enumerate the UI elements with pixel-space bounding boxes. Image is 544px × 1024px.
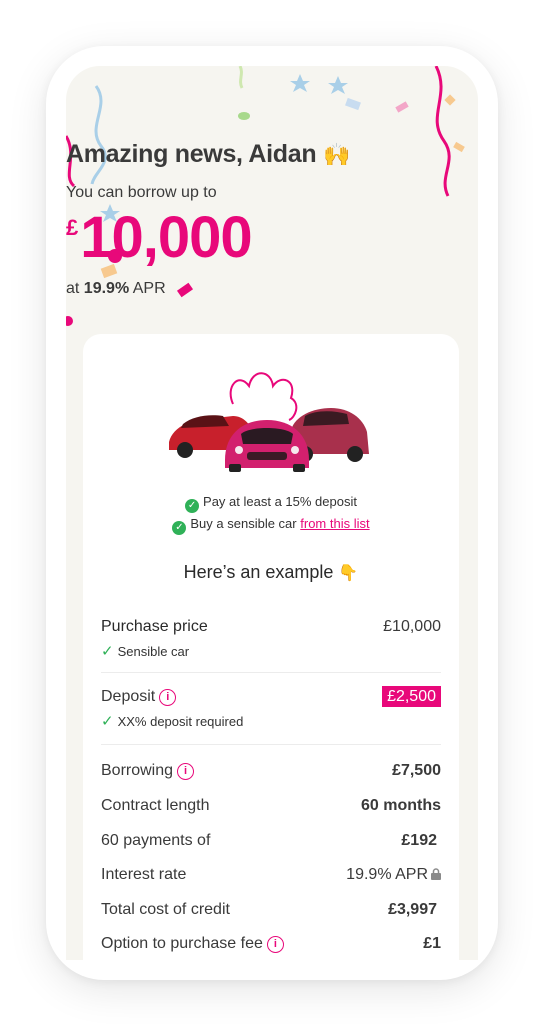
car-condition-text: Buy a sensible car <box>190 516 297 531</box>
deposit-note-text: XX% deposit required <box>117 714 244 729</box>
sensible-car-note-text: Sensible car <box>117 644 190 659</box>
car-condition: ✓ Buy a sensible car from this list <box>83 516 459 535</box>
screen: Amazing news, Aidan 🙌 You can borrow up … <box>66 66 478 960</box>
info-icon[interactable]: i <box>159 689 177 706</box>
sensible-car-note: ✓ Sensible car <box>101 642 189 660</box>
cars-illustration <box>169 372 369 472</box>
divider <box>101 672 441 673</box>
example-title-text: Here’s an example <box>183 562 334 582</box>
deposit-row: Deposit i £2,500 ✓ XX% deposit required <box>101 686 441 732</box>
pointing-down-icon: 👇 <box>338 565 359 582</box>
borrow-subline: You can borrow up to <box>66 184 217 201</box>
example-card: ✓ Pay at least a 15% deposit ✓ Buy a sensi… <box>83 334 459 960</box>
deposit-value-badge: £2,500 <box>382 686 441 707</box>
total-cost-label: Total cost of credit <box>101 901 230 918</box>
deposit-condition-text: Pay at least a 15% deposit <box>203 494 357 509</box>
payments-label: 60 payments of <box>101 832 211 849</box>
contract-length-label: Contract length <box>101 797 210 814</box>
currency-symbol: £ <box>66 215 79 240</box>
amount-value: 10,000 <box>80 205 252 270</box>
purchase-price-value: £10,000 <box>383 618 441 635</box>
purchase-price-row: Purchase price £10,000 ✓ Sensible car <box>101 618 441 662</box>
apr-suffix: APR <box>132 280 166 297</box>
borrowing-label: Borrowing i <box>101 762 195 780</box>
info-icon[interactable]: i <box>177 763 195 780</box>
purchase-fee-label: Option to purchase fee i <box>101 935 284 953</box>
purchase-price-label: Purchase price <box>101 618 208 635</box>
borrowing-value: £7,500 <box>392 762 441 779</box>
contract-length-value: 60 months <box>360 797 441 814</box>
divider <box>101 744 441 745</box>
purchase-fee-label-text: Option to purchase fee <box>101 935 263 952</box>
deposit-label-text: Deposit <box>101 688 156 705</box>
deposit-label: Deposit i <box>101 688 177 706</box>
check-icon: ✓ <box>101 713 114 730</box>
borrow-amount: £10,000 <box>66 204 478 271</box>
payments-value: £192 <box>401 832 437 849</box>
deposit-condition: ✓ Pay at least a 15% deposit <box>83 494 459 513</box>
purchase-fee-value: £1 <box>423 935 441 952</box>
interest-rate-label: Interest rate <box>101 866 187 883</box>
lock-icon <box>431 868 441 880</box>
deposit-note: ✓ XX% deposit required <box>101 712 243 730</box>
page-title: Amazing news, Aidan 🙌 <box>66 140 478 169</box>
example-title: Here’s an example 👇 <box>83 562 459 583</box>
car-list-link[interactable]: from this list <box>300 516 369 531</box>
borrowing-label-text: Borrowing <box>101 762 174 779</box>
headline-text: Amazing news, Aidan <box>66 140 317 168</box>
info-icon[interactable]: i <box>266 936 284 953</box>
interest-rate-value: 19.9% APR <box>346 866 441 884</box>
total-cost-value: £3,997 <box>388 901 437 918</box>
interest-rate-value-text: 19.9% APR <box>346 866 428 883</box>
apr-line: at 19.9% APR <box>66 280 478 298</box>
check-icon: ✓ <box>185 499 200 513</box>
deposit-value[interactable]: £2,500 <box>382 686 441 707</box>
apr-prefix: at <box>66 280 80 297</box>
page: Amazing news, Aidan 🙌 You can borrow up … <box>0 0 544 1024</box>
check-icon: ✓ <box>101 643 114 660</box>
apr-value: 19.9% <box>83 280 130 297</box>
raised-hands-icon: 🙌 <box>323 142 351 167</box>
check-icon: ✓ <box>172 521 187 535</box>
